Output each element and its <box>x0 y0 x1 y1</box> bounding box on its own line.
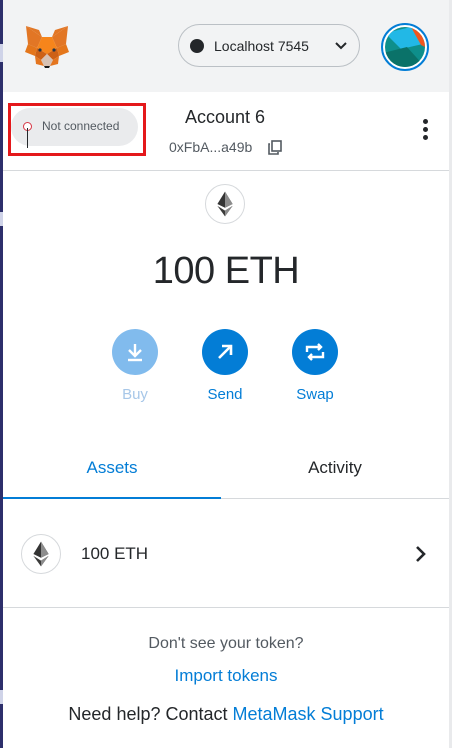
send-button[interactable]: Send <box>190 329 260 403</box>
network-selector[interactable]: Localhost 7545 <box>178 24 360 67</box>
account-avatar[interactable] <box>381 23 429 71</box>
tab-assets[interactable]: Assets <box>3 438 221 499</box>
account-bar: Not connected Account 6 0xFbA...a49b <box>3 92 449 171</box>
eth-icon <box>21 534 61 574</box>
copy-icon[interactable] <box>268 140 282 155</box>
buy-label: Buy <box>122 386 148 403</box>
help-text: Need help? Contact MetaMask Support <box>0 704 452 725</box>
account-options-menu-icon[interactable] <box>417 119 433 143</box>
app-header: Localhost 7545 <box>3 0 449 92</box>
account-address[interactable]: 0xFbA...a49b <box>169 139 252 155</box>
missing-token-prompt: Don't see your token? <box>148 635 304 652</box>
tab-activity[interactable]: Activity <box>221 438 449 499</box>
asset-balance: 100 ETH <box>81 544 149 563</box>
annotation-highlight-box <box>8 103 146 156</box>
swap-button[interactable]: Swap <box>280 329 350 403</box>
primary-balance: 100 ETH <box>152 250 300 292</box>
send-label: Send <box>207 386 243 403</box>
metamask-fox-logo[interactable] <box>23 24 71 70</box>
chevron-down-icon <box>335 42 347 50</box>
swap-arrows-icon <box>292 329 338 375</box>
network-label: Localhost 7545 <box>214 38 309 54</box>
chevron-right-icon <box>416 546 426 562</box>
help-prefix: Need help? Contact <box>68 704 233 724</box>
network-status-dot <box>190 39 204 53</box>
arrow-up-right-icon <box>202 329 248 375</box>
download-icon <box>112 329 158 375</box>
import-tokens-link[interactable]: Import tokens <box>0 666 452 686</box>
asset-list-item[interactable]: 100 ETH <box>3 514 449 608</box>
buy-button[interactable]: Buy <box>100 329 170 403</box>
swap-label: Swap <box>296 386 334 403</box>
eth-icon <box>205 184 245 224</box>
account-name[interactable]: Account 6 <box>173 107 277 128</box>
metamask-support-link[interactable]: MetaMask Support <box>233 704 384 724</box>
